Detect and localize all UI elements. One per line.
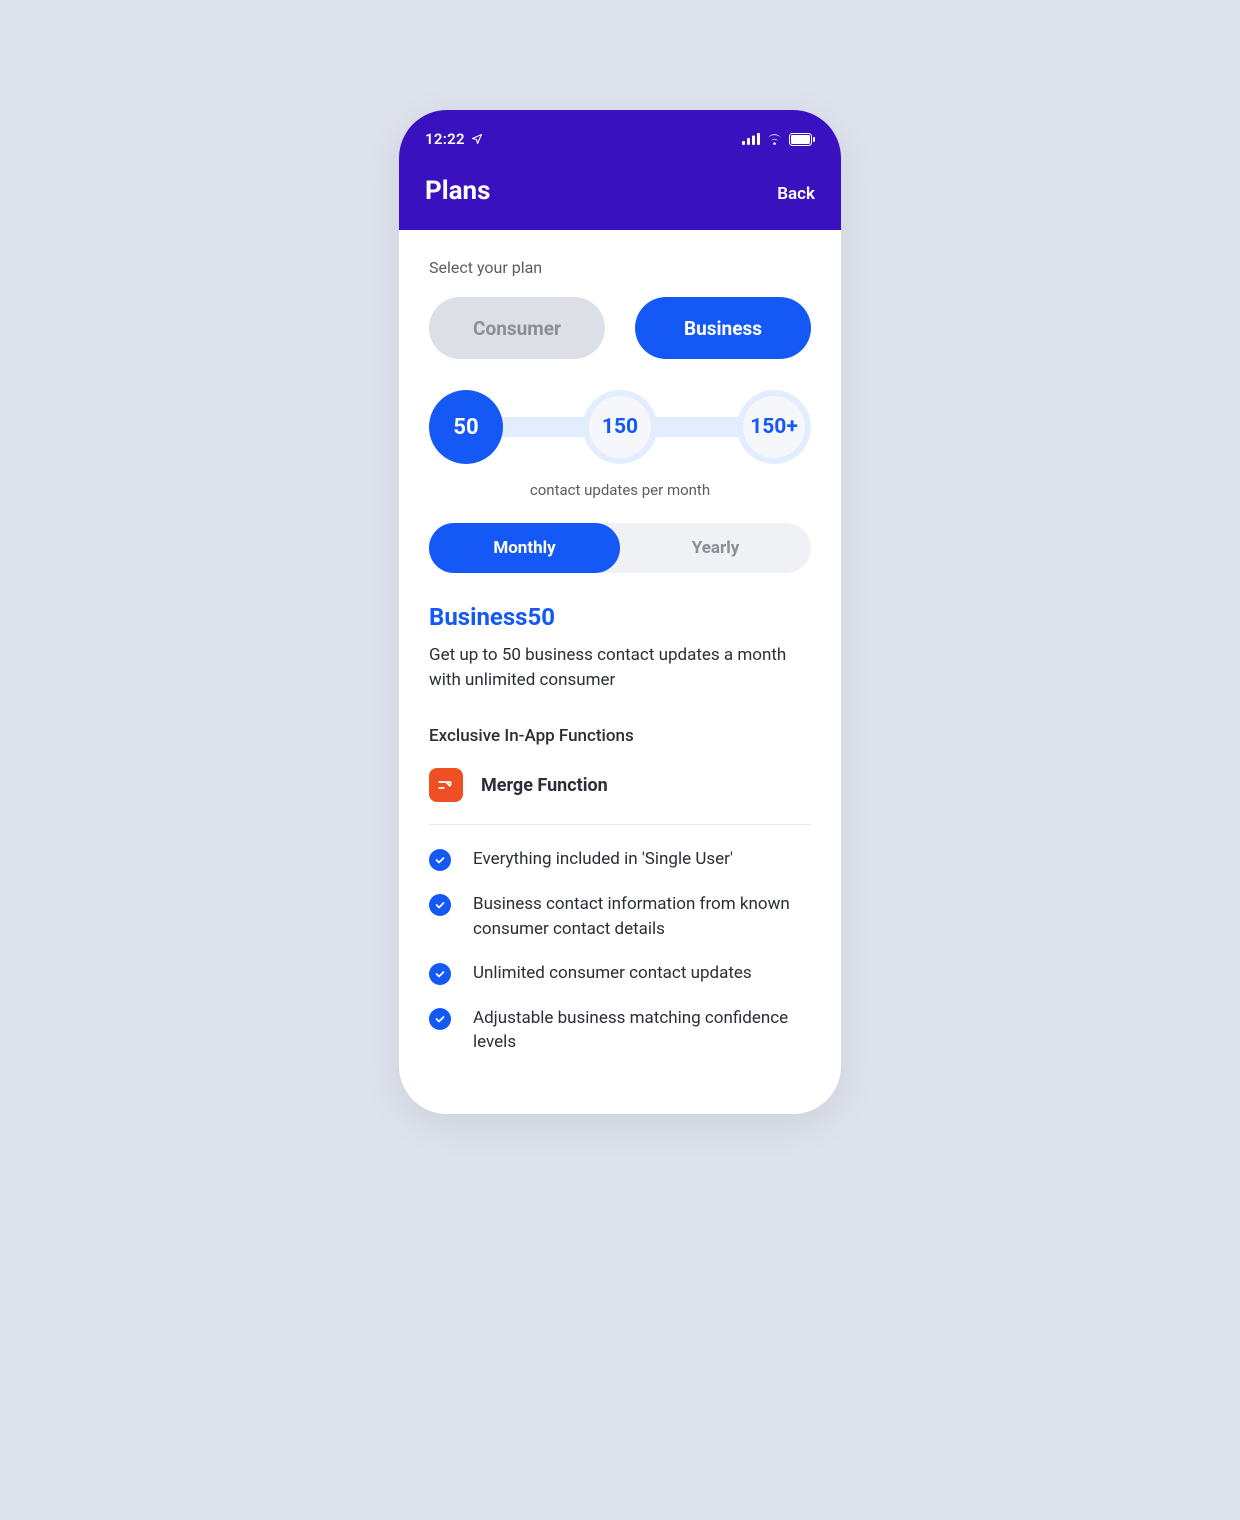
check-icon: [429, 1008, 451, 1030]
check-icon: [429, 894, 451, 916]
billing-monthly[interactable]: Monthly: [429, 523, 620, 573]
select-plan-label: Select your plan: [429, 258, 811, 277]
functions-label: Exclusive In-App Functions: [429, 726, 811, 746]
feature-item: Unlimited consumer contact updates: [429, 961, 811, 986]
plan-description: Get up to 50 business contact updates a …: [429, 643, 811, 692]
feature-text: Adjustable business matching confidence …: [473, 1006, 811, 1055]
phone-frame: 12:22 Plans Back Select y: [399, 110, 841, 1114]
location-arrow-icon: [471, 133, 483, 145]
feature-text: Business contact information from known …: [473, 892, 811, 941]
billing-toggle: Monthly Yearly: [429, 523, 811, 573]
status-bar: 12:22: [425, 130, 815, 148]
tier-option-50[interactable]: 50: [429, 390, 503, 464]
function-row: Merge Function: [429, 768, 811, 802]
plan-type-consumer[interactable]: Consumer: [429, 297, 605, 359]
check-icon: [429, 963, 451, 985]
billing-yearly[interactable]: Yearly: [620, 523, 811, 573]
feature-text: Unlimited consumer contact updates: [473, 961, 752, 986]
divider: [429, 824, 811, 825]
cellular-signal-icon: [742, 133, 760, 145]
body: Select your plan Consumer Business 50 15…: [399, 230, 841, 1114]
status-left: 12:22: [425, 130, 483, 148]
header-area: 12:22 Plans Back: [399, 110, 841, 230]
merge-function-icon: [429, 768, 463, 802]
tier-subtitle: contact updates per month: [429, 481, 811, 499]
tier-selector: 50 150 150+: [429, 389, 811, 465]
feature-text: Everything included in 'Single User': [473, 847, 733, 872]
plan-type-toggle: Consumer Business: [429, 297, 811, 359]
plan-type-business[interactable]: Business: [635, 297, 811, 359]
status-right: [742, 133, 815, 146]
wifi-icon: [766, 133, 783, 145]
page-title: Plans: [425, 176, 490, 206]
feature-item: Business contact information from known …: [429, 892, 811, 941]
back-button[interactable]: Back: [777, 184, 815, 204]
tier-option-150plus[interactable]: 150+: [737, 390, 811, 464]
title-row: Plans Back: [425, 176, 815, 206]
feature-item: Adjustable business matching confidence …: [429, 1006, 811, 1055]
battery-icon: [789, 133, 815, 146]
function-title: Merge Function: [481, 775, 608, 796]
check-icon: [429, 849, 451, 871]
status-time: 12:22: [425, 130, 465, 148]
feature-item: Everything included in 'Single User': [429, 847, 811, 872]
tier-option-150[interactable]: 150: [583, 390, 657, 464]
plan-name: Business50: [429, 603, 811, 631]
